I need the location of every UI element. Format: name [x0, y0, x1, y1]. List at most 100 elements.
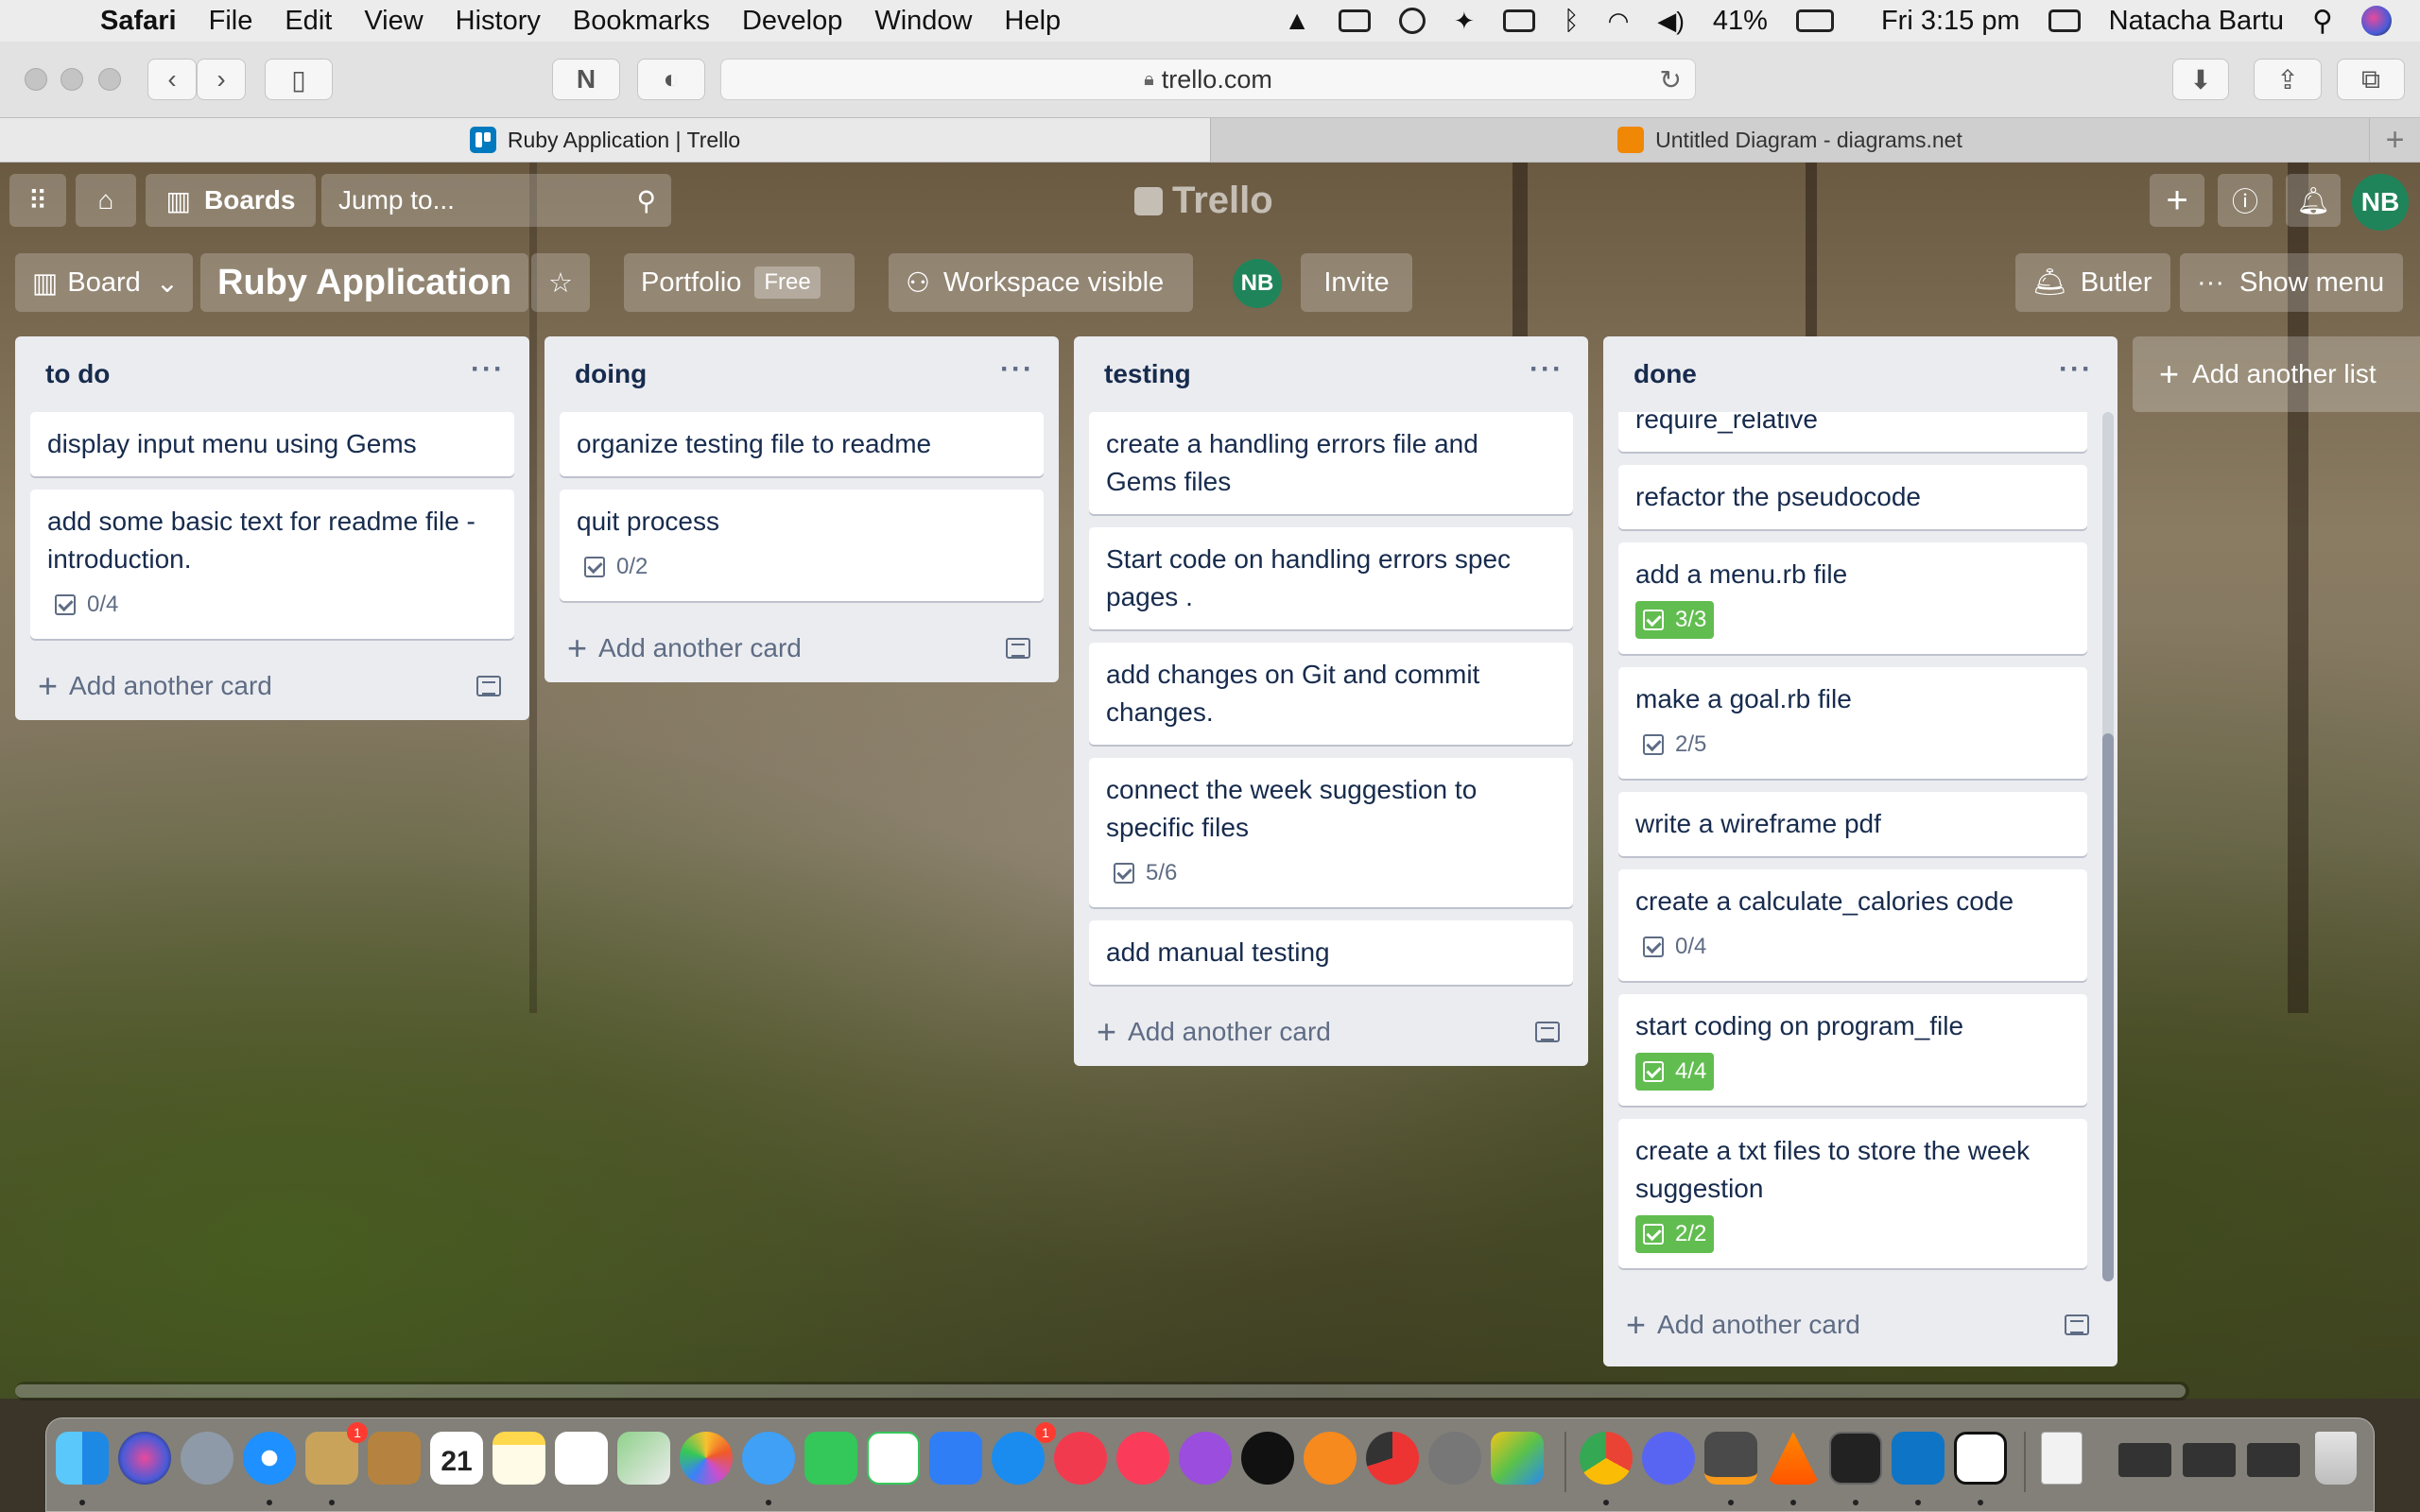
- calendar-icon[interactable]: 21: [430, 1432, 483, 1485]
- screenshot-icon[interactable]: [1338, 9, 1371, 32]
- window3-icon[interactable]: [2247, 1443, 2300, 1477]
- member-avatar[interactable]: NB: [2352, 174, 2409, 231]
- card[interactable]: create a handling errors file and Gems f…: [1089, 412, 1573, 514]
- messages-icon[interactable]: [742, 1432, 795, 1485]
- add-list-button[interactable]: + Add another list: [2133, 336, 2420, 412]
- tab-trello[interactable]: Ruby Application | Trello: [0, 118, 1210, 162]
- list-header[interactable]: to do ···: [15, 336, 529, 412]
- dropbox-icon[interactable]: ✦: [1454, 7, 1475, 36]
- portfolio-button[interactable]: Portfolio Free: [624, 253, 855, 312]
- discord-icon[interactable]: [1642, 1432, 1695, 1485]
- keyboard-icon[interactable]: [2048, 9, 2081, 32]
- card[interactable]: add manual testing: [1089, 920, 1573, 985]
- menu-view[interactable]: View: [364, 6, 423, 37]
- list-title[interactable]: done: [1634, 359, 1697, 389]
- card[interactable]: create a calculate_calories code 0/4: [1618, 869, 2087, 981]
- card[interactable]: start coding on program_file 4/4: [1618, 994, 2087, 1106]
- card[interactable]: connect the week suggestion to specific …: [1089, 758, 1573, 907]
- menu-history[interactable]: History: [456, 6, 541, 37]
- jump-to-search[interactable]: Jump to... ⚲: [321, 174, 671, 227]
- forward-button[interactable]: ›: [197, 59, 246, 100]
- privacy-extension-button[interactable]: ◐: [637, 59, 705, 100]
- list-menu-icon[interactable]: ···: [2059, 353, 2093, 386]
- notes-icon[interactable]: [493, 1432, 545, 1485]
- minimize-window-button[interactable]: [60, 68, 83, 91]
- vscode-icon[interactable]: [1892, 1432, 1945, 1485]
- headphones-icon[interactable]: [1398, 8, 1426, 34]
- tab-overview-button[interactable]: ⧉: [2337, 59, 2405, 100]
- card[interactable]: make a goal.rb file 2/5: [1618, 667, 2087, 779]
- apps-switcher-button[interactable]: ⠿: [9, 174, 66, 227]
- new-tab-button[interactable]: +: [2369, 118, 2420, 162]
- share-button[interactable]: ⇪: [2254, 59, 2322, 100]
- system-preferences-icon[interactable]: [1428, 1432, 1481, 1485]
- sublime-icon[interactable]: [1704, 1432, 1757, 1485]
- vlc-icon[interactable]: [1767, 1432, 1820, 1485]
- list-header[interactable]: done ···: [1603, 336, 2118, 412]
- list-menu-icon[interactable]: ···: [471, 353, 505, 386]
- add-card-button[interactable]: + Add another card: [15, 652, 529, 720]
- tv-icon[interactable]: [1241, 1432, 1294, 1485]
- visibility-button[interactable]: ⚇ Workspace visible: [889, 253, 1193, 312]
- siri-icon[interactable]: [2361, 6, 2392, 36]
- card[interactable]: add changes on Git and commit changes.: [1089, 643, 1573, 745]
- numbers-icon[interactable]: [867, 1432, 920, 1485]
- show-menu-button[interactable]: ··· Show menu: [2180, 253, 2403, 312]
- add-card-button[interactable]: + Add another card: [1074, 998, 1588, 1066]
- safari-icon[interactable]: [243, 1432, 296, 1485]
- card-template-icon[interactable]: [476, 676, 501, 696]
- card-template-icon[interactable]: [1006, 638, 1030, 659]
- spotlight-icon[interactable]: ⚲: [2312, 5, 2333, 38]
- list-header[interactable]: testing ···: [1074, 336, 1588, 412]
- list-header[interactable]: doing ···: [544, 336, 1059, 412]
- invite-button[interactable]: Invite: [1301, 253, 1412, 312]
- list-title[interactable]: to do: [45, 359, 110, 389]
- card[interactable]: organize testing file to readme: [560, 412, 1044, 476]
- tab-diagrams[interactable]: Untitled Diagram - diagrams.net: [1210, 118, 2369, 162]
- info-button[interactable]: ⓘ: [2218, 174, 2273, 227]
- card[interactable]: quit process 0/2: [560, 490, 1044, 601]
- menu-app-name[interactable]: Safari: [100, 6, 177, 37]
- reload-icon[interactable]: ↻: [1660, 64, 1682, 95]
- activity-icon[interactable]: [1366, 1432, 1419, 1485]
- airplay-icon[interactable]: [1502, 9, 1535, 32]
- card[interactable]: add a menu.rb file 3/3: [1618, 542, 2087, 654]
- trello-logo[interactable]: Trello: [1134, 180, 1273, 222]
- sidebar-button[interactable]: ▯: [265, 59, 333, 100]
- window1-icon[interactable]: [2118, 1443, 2171, 1477]
- card[interactable]: require_relative: [1618, 412, 2087, 452]
- menu-bookmarks[interactable]: Bookmarks: [573, 6, 710, 37]
- board-scrollbar[interactable]: [15, 1382, 2189, 1400]
- music-icon[interactable]: [1116, 1432, 1169, 1485]
- photos-icon[interactable]: [680, 1432, 733, 1485]
- podcasts-icon[interactable]: [1179, 1432, 1232, 1485]
- menu-help[interactable]: Help: [1005, 6, 1062, 37]
- battery-percent[interactable]: 41%: [1713, 6, 1768, 37]
- window2-icon[interactable]: [2183, 1443, 2236, 1477]
- document-icon[interactable]: [2041, 1432, 2083, 1485]
- user-name[interactable]: Natacha Bartu: [2109, 6, 2284, 37]
- menu-develop[interactable]: Develop: [742, 6, 842, 37]
- add-card-button[interactable]: + Add another card: [544, 614, 1059, 682]
- news-icon[interactable]: [1054, 1432, 1107, 1485]
- card[interactable]: Start code on handling errors spec pages…: [1089, 527, 1573, 629]
- card[interactable]: create a txt files to store the week sug…: [1618, 1119, 2087, 1268]
- chrome-icon[interactable]: [1580, 1432, 1633, 1485]
- list-cards-container[interactable]: require_relative refactor the pseudocode…: [1603, 412, 2118, 1291]
- back-button[interactable]: ‹: [147, 59, 197, 100]
- card-template-icon[interactable]: [1535, 1022, 1560, 1042]
- menu-window[interactable]: Window: [874, 6, 972, 37]
- notifications-button[interactable]: 🔔︎: [2286, 174, 2341, 227]
- list-menu-icon[interactable]: ···: [1530, 353, 1564, 386]
- menu-file[interactable]: File: [209, 6, 253, 37]
- bluestacks-icon[interactable]: [1491, 1432, 1544, 1485]
- list-menu-icon[interactable]: ···: [1000, 353, 1034, 386]
- notion-icon[interactable]: [1954, 1432, 2007, 1485]
- home-button[interactable]: ⌂: [76, 174, 136, 227]
- books-icon[interactable]: [1304, 1432, 1357, 1485]
- volume-icon[interactable]: ◀): [1657, 7, 1685, 36]
- notion-extension-button[interactable]: N: [552, 59, 620, 100]
- list-title[interactable]: doing: [575, 359, 647, 389]
- board-view-switcher[interactable]: ▥ Board ⌄: [15, 253, 193, 312]
- reminders-icon[interactable]: [555, 1432, 608, 1485]
